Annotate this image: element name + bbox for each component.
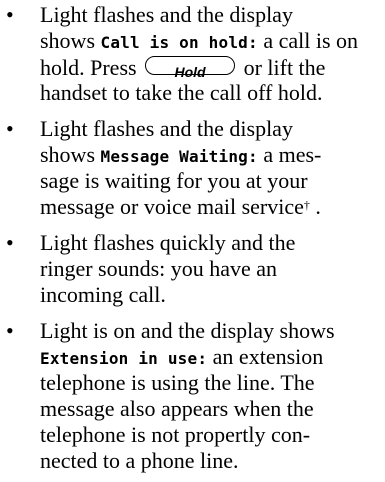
item-text-line: shows Call is on hold: a call is on <box>40 28 358 56</box>
document-page: • Light flashes and the display shows Ca… <box>0 0 385 482</box>
item-text-line: Light flashes quickly and the <box>40 230 296 255</box>
item-text-line: sage is waiting for you at your <box>40 168 308 193</box>
item-text-line: message or voice mail service† . <box>40 194 321 220</box>
item-text-segment: or lift the <box>238 55 326 80</box>
display-message-text: Extension in use: <box>40 349 208 368</box>
item-text-line: incoming call. <box>40 282 166 307</box>
bullet-icon: • <box>6 2 14 27</box>
item-text-line: Light flashes and the display <box>40 116 293 141</box>
display-message-text: Message Waiting: <box>100 147 258 166</box>
item-text-segment: shows <box>40 142 101 167</box>
item-text-segment: an extension <box>207 344 324 369</box>
item-text-segment: a mes- <box>257 142 322 167</box>
item-text-segment: . <box>309 194 321 219</box>
hold-key-icon: Hold <box>145 56 236 80</box>
item-text-line: telephone is not propertly con- <box>40 422 311 447</box>
item-text-line: handset to take the call off hold. <box>40 80 323 105</box>
display-message-text: Call is on hold: <box>100 33 258 52</box>
item-text-line: Light flashes and the display <box>40 2 293 27</box>
item-text-segment: hold. Press <box>40 55 143 80</box>
item-text-line: hold. Press Hold or lift the <box>40 54 325 81</box>
list-item-message-waiting: • Light flashes and the display shows Me… <box>0 114 385 224</box>
item-text-line: Extension in use: an extension <box>40 344 323 372</box>
item-text-line: telephone is using the line. The <box>40 370 315 395</box>
item-text-line: nected to a phone line. <box>40 448 239 473</box>
item-text-segment: message or voice mail service <box>40 194 304 219</box>
list-item-call-on-hold: • Light flashes and the display shows Ca… <box>0 0 385 110</box>
item-text-line: message also appears when the <box>40 396 314 421</box>
item-text-segment: shows <box>40 28 101 53</box>
list-item-incoming-call: • Light flashes quickly and the ringer s… <box>0 228 385 312</box>
list-item-extension-in-use: • Light is on and the display shows Exte… <box>0 316 385 480</box>
hold-key-label: Hold <box>174 64 206 80</box>
bullet-icon: • <box>6 230 14 255</box>
item-text-line: shows Message Waiting: a mes- <box>40 142 321 170</box>
bullet-icon: • <box>6 116 14 141</box>
item-text-segment: a call is on <box>257 28 359 53</box>
bullet-icon: • <box>6 318 14 343</box>
footnote-dagger: † <box>303 198 310 212</box>
item-text-line: ringer sounds: you have an <box>40 256 278 281</box>
item-text-line: Light is on and the display shows <box>40 318 335 343</box>
